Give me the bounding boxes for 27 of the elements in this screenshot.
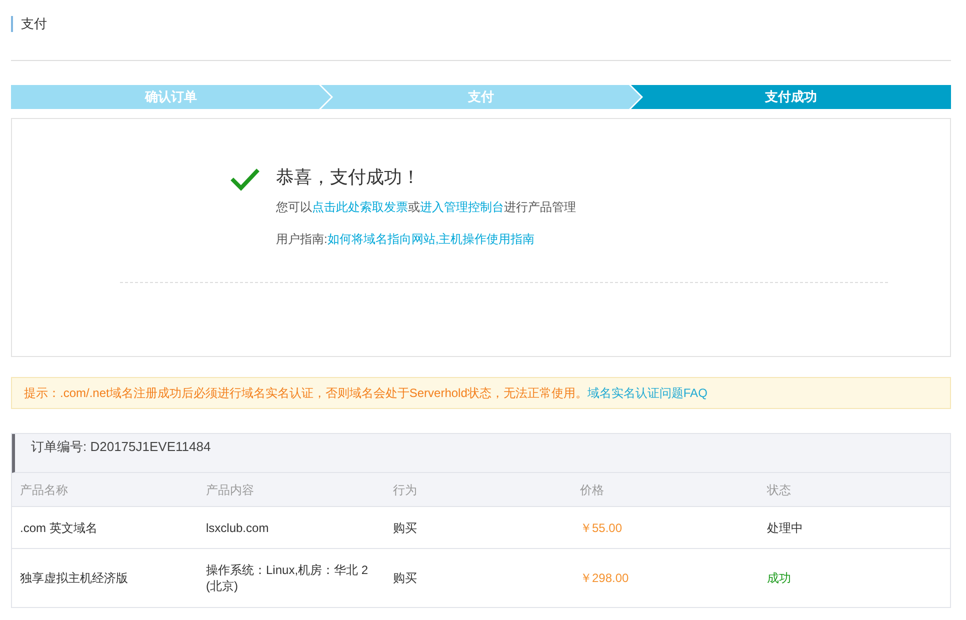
info-line: 用户指南:如何将域名指向网站,主机操作使用指南 bbox=[276, 232, 536, 246]
table-cell-text: 购买 bbox=[392, 520, 418, 536]
order-number: 订单编号: D20175J1EVE11484 bbox=[31, 439, 211, 454]
link[interactable]: 主机操作使用指南 bbox=[438, 232, 535, 246]
column-header: 行为 bbox=[392, 482, 418, 498]
table-cell-text: lsxclub.com bbox=[205, 520, 270, 536]
price-cell-text: ￥55.00 bbox=[579, 520, 624, 536]
table-cell-text: 操作系统：Linux,机房：华北 2 (北京) bbox=[205, 562, 370, 594]
check-icon bbox=[230, 167, 260, 191]
notice-text: 提示：.com/.net域名注册成功后必须进行域名实名认证，否则域名会处于Serverhold状态，无法正常使用。域名实名认证问题FAQ bbox=[24, 385, 708, 402]
link[interactable]: 如何将域名指向网站, bbox=[327, 232, 439, 246]
column-header: 产品名称 bbox=[19, 482, 69, 498]
success-heading: 恭喜，支付成功！ bbox=[276, 166, 421, 189]
info-line: 您可以点击此处索取发票或进入管理控制台进行产品管理 bbox=[276, 200, 576, 214]
column-header: 价格 bbox=[579, 482, 605, 498]
link[interactable]: 进入管理控制台 bbox=[420, 200, 504, 214]
price-cell-text: ￥298.00 bbox=[579, 570, 630, 587]
table-cell-text: .com 英文域名 bbox=[19, 520, 98, 536]
page-title: 支付 bbox=[11, 16, 47, 32]
faq-link[interactable]: 域名实名认证问题FAQ bbox=[587, 386, 708, 400]
status-cell-text: 处理中 bbox=[766, 520, 804, 536]
table-cell-text: 独享虚拟主机经济版 bbox=[19, 570, 129, 587]
status-cell-text: 成功 bbox=[766, 570, 792, 587]
column-header: 状态 bbox=[766, 482, 792, 498]
column-header: 产品内容 bbox=[205, 482, 255, 498]
table-cell-text: 购买 bbox=[392, 570, 418, 587]
link[interactable]: 点击此处索取发票 bbox=[312, 200, 408, 214]
